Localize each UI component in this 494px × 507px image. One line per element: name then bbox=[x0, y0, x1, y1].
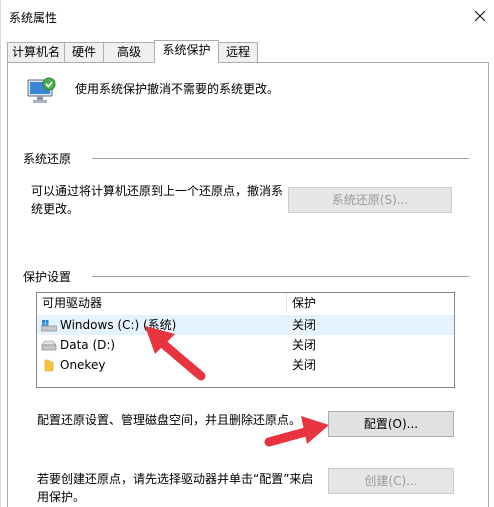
drive-status: 关闭 bbox=[292, 338, 317, 352]
tab-system-protection[interactable]: 系统保护 bbox=[154, 40, 219, 63]
drive-row[interactable]: Data (D:) 关闭 bbox=[37, 335, 454, 355]
drive-status: 关闭 bbox=[292, 358, 317, 372]
drive-status: 关闭 bbox=[292, 318, 317, 332]
section-divider bbox=[92, 158, 469, 159]
protection-settings-heading: 保护设置 bbox=[23, 270, 72, 284]
restore-description-line1: 可以通过将计算机还原到上一个还原点，撤消系 bbox=[31, 184, 284, 198]
tab-computer-name[interactable]: 计算机名 bbox=[7, 42, 65, 62]
column-header-protection[interactable]: 保护 bbox=[292, 293, 316, 313]
drive-name: Data (D:) bbox=[60, 338, 116, 352]
restore-description-line2: 统更改。 bbox=[31, 202, 80, 216]
restore-description: 可以通过将计算机还原到上一个还原点，撤消系 统更改。 bbox=[31, 182, 283, 218]
configure-description: 配置还原设置、管理磁盘空间，并且删除还原点。 bbox=[37, 413, 302, 427]
create-description-line1: 若要创建还原点，请先选择驱动器并单击“配置”来启 bbox=[37, 472, 314, 486]
configure-button[interactable]: 配置(O)... bbox=[328, 411, 454, 437]
create-description-line2: 用保护。 bbox=[37, 490, 86, 504]
column-divider bbox=[286, 293, 287, 313]
hard-drive-icon bbox=[41, 340, 57, 351]
create-description: 若要创建还原点，请先选择驱动器并单击“配置”来启 用保护。 bbox=[37, 470, 313, 506]
close-button[interactable] bbox=[466, 3, 494, 29]
close-icon bbox=[474, 10, 486, 22]
drive-row[interactable]: Windows (C:) (系统) 关闭 bbox=[37, 315, 454, 335]
drive-name: Windows (C:) (系统) bbox=[60, 318, 177, 332]
create-button[interactable]: 创建(C)... bbox=[328, 468, 454, 494]
tab-hardware[interactable]: 硬件 bbox=[64, 42, 104, 62]
drive-name: Onekey bbox=[60, 358, 106, 372]
title-bar: 系统属性 bbox=[1, 0, 494, 32]
system-drive-icon bbox=[41, 320, 57, 332]
drive-list[interactable]: 可用驱动器 保护 Windows (C:) (系统) 关闭 Data (D:) … bbox=[36, 292, 455, 388]
intro-text: 使用系统保护撤消不需要的系统更改。 bbox=[75, 82, 280, 96]
folder-icon bbox=[44, 359, 54, 372]
system-restore-heading: 系统还原 bbox=[23, 152, 72, 166]
column-header-drives[interactable]: 可用驱动器 bbox=[42, 293, 102, 313]
tab-panel bbox=[7, 62, 489, 507]
tab-advanced[interactable]: 高级 bbox=[103, 42, 155, 62]
system-properties-window: 系统属性 计算机名 硬件 高级 系统保护 远程 使用系统保护撤消不需要的系统更改… bbox=[0, 0, 494, 507]
section-divider bbox=[92, 276, 469, 277]
tab-remote[interactable]: 远程 bbox=[218, 42, 258, 62]
window-title: 系统属性 bbox=[9, 11, 58, 25]
system-protection-icon bbox=[27, 77, 56, 103]
system-restore-button[interactable]: 系统还原(S)... bbox=[288, 187, 452, 213]
drive-row[interactable]: Onekey 关闭 bbox=[37, 355, 454, 375]
